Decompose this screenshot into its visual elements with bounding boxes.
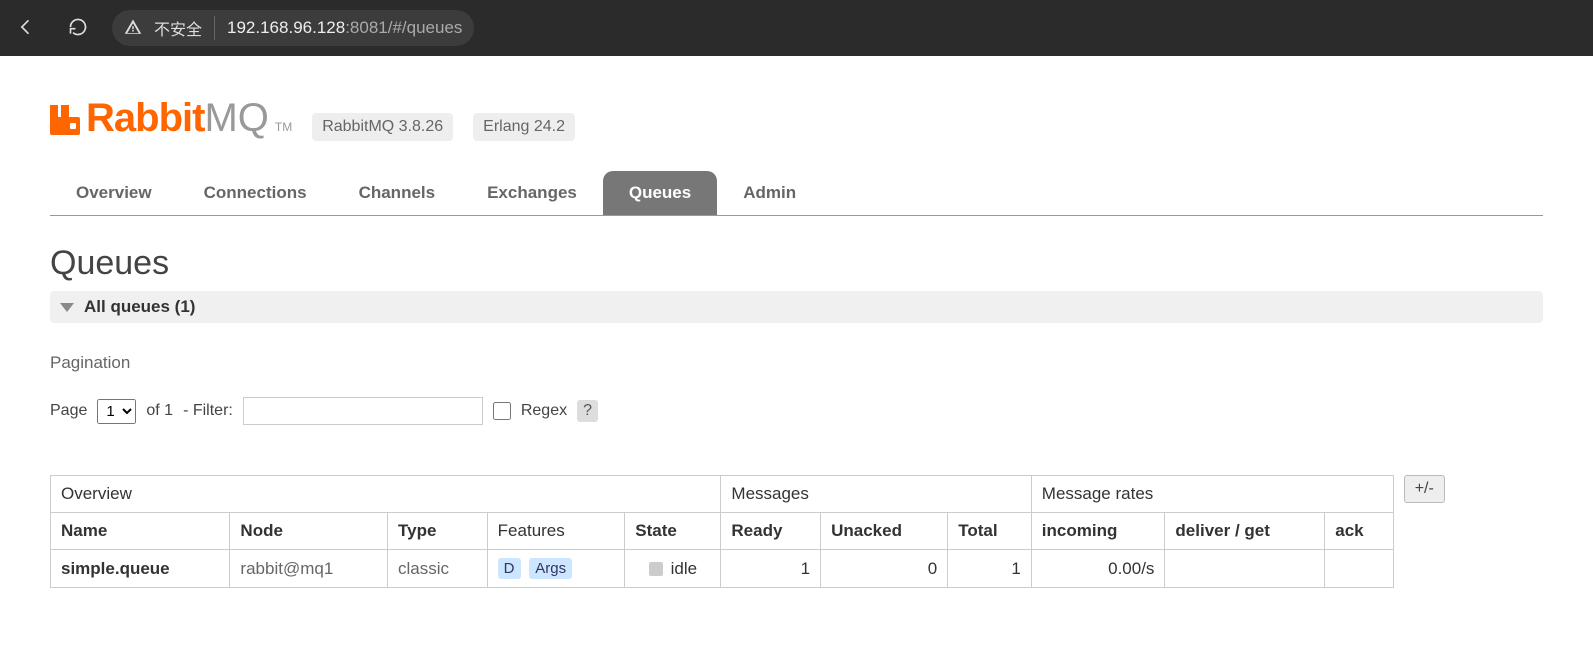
queue-type: classic [398,559,449,578]
state-dot-icon [649,562,663,576]
tab-overview[interactable]: Overview [50,171,178,215]
queue-deliver-get [1165,550,1325,588]
col-node[interactable]: Node [230,513,388,550]
url-text: 192.168.96.128:8081/#/queues [227,18,462,38]
queue-node: rabbit@mq1 [240,559,333,578]
tab-exchanges[interactable]: Exchanges [461,171,603,215]
col-unacked[interactable]: Unacked [821,513,948,550]
logo[interactable]: RabbitMQ TM [50,96,292,141]
controls: Page 1 of 1 - Filter: Regex ? [50,397,1543,425]
version-badge: RabbitMQ 3.8.26 [312,113,453,141]
queues-table: Overview Messages Message rates Name Nod… [50,475,1394,588]
tabs: Overview Connections Channels Exchanges … [50,171,1543,216]
tab-queues[interactable]: Queues [603,171,717,215]
feature-badge-d: D [498,558,521,579]
tab-admin[interactable]: Admin [717,171,822,215]
col-total[interactable]: Total [948,513,1032,550]
group-messages: Messages [721,476,1031,513]
logo-tm: TM [275,120,292,134]
page-title: Queues [50,244,1543,283]
tab-connections[interactable]: Connections [178,171,333,215]
page-label: Page [50,402,87,420]
pagination-label: Pagination [50,353,1543,373]
header: RabbitMQ TM RabbitMQ 3.8.26 Erlang 24.2 [50,96,1543,141]
group-rates: Message rates [1031,476,1393,513]
group-overview: Overview [51,476,721,513]
chevron-down-icon [60,303,74,312]
queue-state: idle [671,559,697,578]
queue-total: 1 [948,550,1032,588]
insecure-label: 不安全 [154,16,215,40]
queue-ack [1325,550,1393,588]
col-type[interactable]: Type [388,513,488,550]
filter-label: - Filter: [183,402,233,420]
regex-checkbox[interactable] [493,402,511,420]
regex-label: Regex [521,402,567,420]
section-all-queues[interactable]: All queues (1) [50,291,1543,323]
insecure-warning-icon [124,18,142,39]
col-features[interactable]: Features [487,513,625,550]
help-icon[interactable]: ? [577,400,598,422]
feature-badge-args: Args [529,558,572,579]
col-incoming[interactable]: incoming [1031,513,1165,550]
back-arrow-icon[interactable] [16,17,36,40]
col-ready[interactable]: Ready [721,513,821,550]
browser-bar: 不安全 192.168.96.128:8081/#/queues [0,0,1593,56]
tab-channels[interactable]: Channels [333,171,462,215]
url-bar[interactable]: 不安全 192.168.96.128:8081/#/queues [112,10,474,46]
reload-icon[interactable] [68,17,88,40]
queue-unacked: 0 [821,550,948,588]
col-state[interactable]: State [625,513,721,550]
filter-input[interactable] [243,397,483,425]
page-select[interactable]: 1 [97,399,136,424]
col-name[interactable]: Name [51,513,230,550]
queue-incoming: 0.00/s [1031,550,1165,588]
col-deliver-get[interactable]: deliver / get [1165,513,1325,550]
table-row: simple.queue rabbit@mq1 classic D Args i… [51,550,1394,588]
section-label: All queues (1) [84,297,195,317]
queue-ready: 1 [721,550,821,588]
rabbitmq-logo-icon [50,105,80,135]
logo-text: RabbitMQ [86,96,269,141]
queue-name-link[interactable]: simple.queue [61,559,170,578]
columns-toggle-button[interactable]: +/- [1404,475,1445,503]
of-label: of 1 [146,402,173,420]
col-ack[interactable]: ack [1325,513,1393,550]
erlang-badge: Erlang 24.2 [473,113,575,141]
